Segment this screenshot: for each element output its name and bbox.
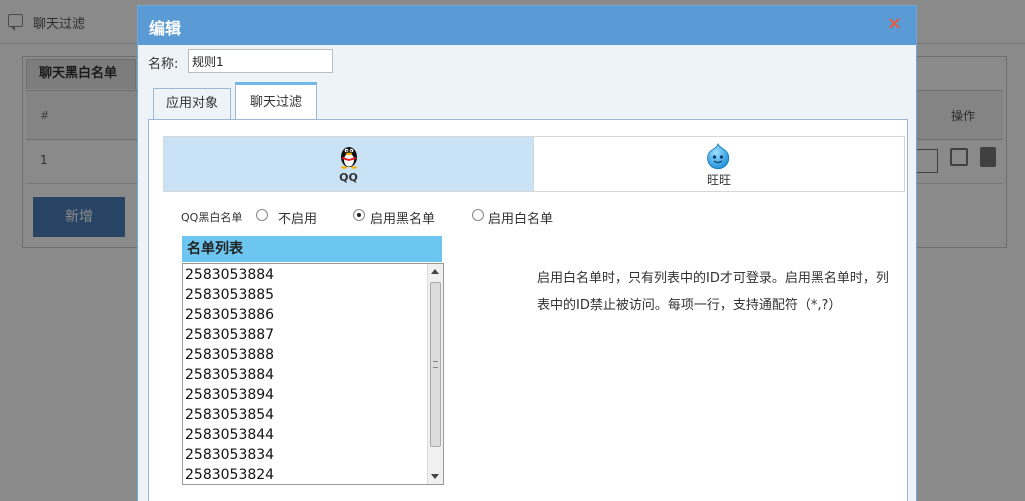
radio-group-label: QQ黑白名单: [181, 211, 243, 224]
list-item: 2583053834: [185, 447, 275, 463]
list-item: 2583053884: [185, 267, 275, 283]
id-list-textarea[interactable]: 2583053884 2583053885 2583053886 2583053887…: [182, 263, 444, 485]
radio-whitelist-label[interactable]: 启用白名单: [488, 208, 553, 227]
segment-qq-label: QQ: [339, 171, 358, 184]
edit-dialog: 编辑 × 名称: 应用对象 聊天过滤 QQ: [137, 5, 917, 501]
scroll-thumb[interactable]: [430, 282, 441, 447]
radio-whitelist[interactable]: [472, 209, 484, 221]
list-item: 2583053824: [185, 467, 275, 483]
radio-disabled-label[interactable]: 不启用: [278, 208, 317, 227]
segment-qq[interactable]: QQ: [163, 136, 534, 192]
list-item: 2583053844: [185, 427, 275, 443]
list-scrollbar[interactable]: [427, 264, 443, 484]
radio-blacklist-label[interactable]: 启用黑名单: [370, 208, 435, 227]
list-item: 2583053884: [185, 367, 275, 383]
tab-content: QQ 旺旺 QQ黑白名单 不启用 启用黑名单 启用白名单 名单列表 258305…: [148, 119, 908, 501]
help-text: 启用白名单时，只有列表中的ID才可登录。启用黑名单时，列表中的ID禁止被访问。每…: [537, 271, 889, 313]
list-item: 2583053885: [185, 287, 275, 303]
list-item: 2583053888: [185, 347, 275, 363]
tab-application-target[interactable]: 应用对象: [153, 88, 231, 120]
radio-blacklist[interactable]: [353, 209, 365, 221]
close-icon[interactable]: ×: [887, 14, 902, 34]
name-input[interactable]: [188, 49, 333, 73]
segment-wangwang[interactable]: 旺旺: [533, 136, 905, 192]
dialog-title: 编辑: [149, 19, 182, 38]
list-title: 名单列表: [182, 236, 442, 262]
scroll-down-icon[interactable]: [431, 474, 439, 479]
list-item: 2583053894: [185, 387, 275, 403]
segment-wangwang-label: 旺旺: [706, 173, 731, 187]
list-item: 2583053854: [185, 407, 275, 423]
qq-penguin-icon: [340, 147, 358, 169]
dialog-header: 编辑 ×: [138, 6, 916, 45]
scroll-up-icon[interactable]: [431, 269, 439, 274]
radio-disabled[interactable]: [256, 209, 268, 221]
name-label: 名称:: [148, 57, 179, 72]
wangwang-icon: [707, 142, 730, 170]
tab-chat-filter[interactable]: 聊天过滤: [235, 82, 317, 120]
list-item: 2583053887: [185, 327, 275, 343]
list-item: 2583053886: [185, 307, 275, 323]
id-list: 2583053884 2583053885 2583053886 2583053887…: [185, 265, 425, 484]
